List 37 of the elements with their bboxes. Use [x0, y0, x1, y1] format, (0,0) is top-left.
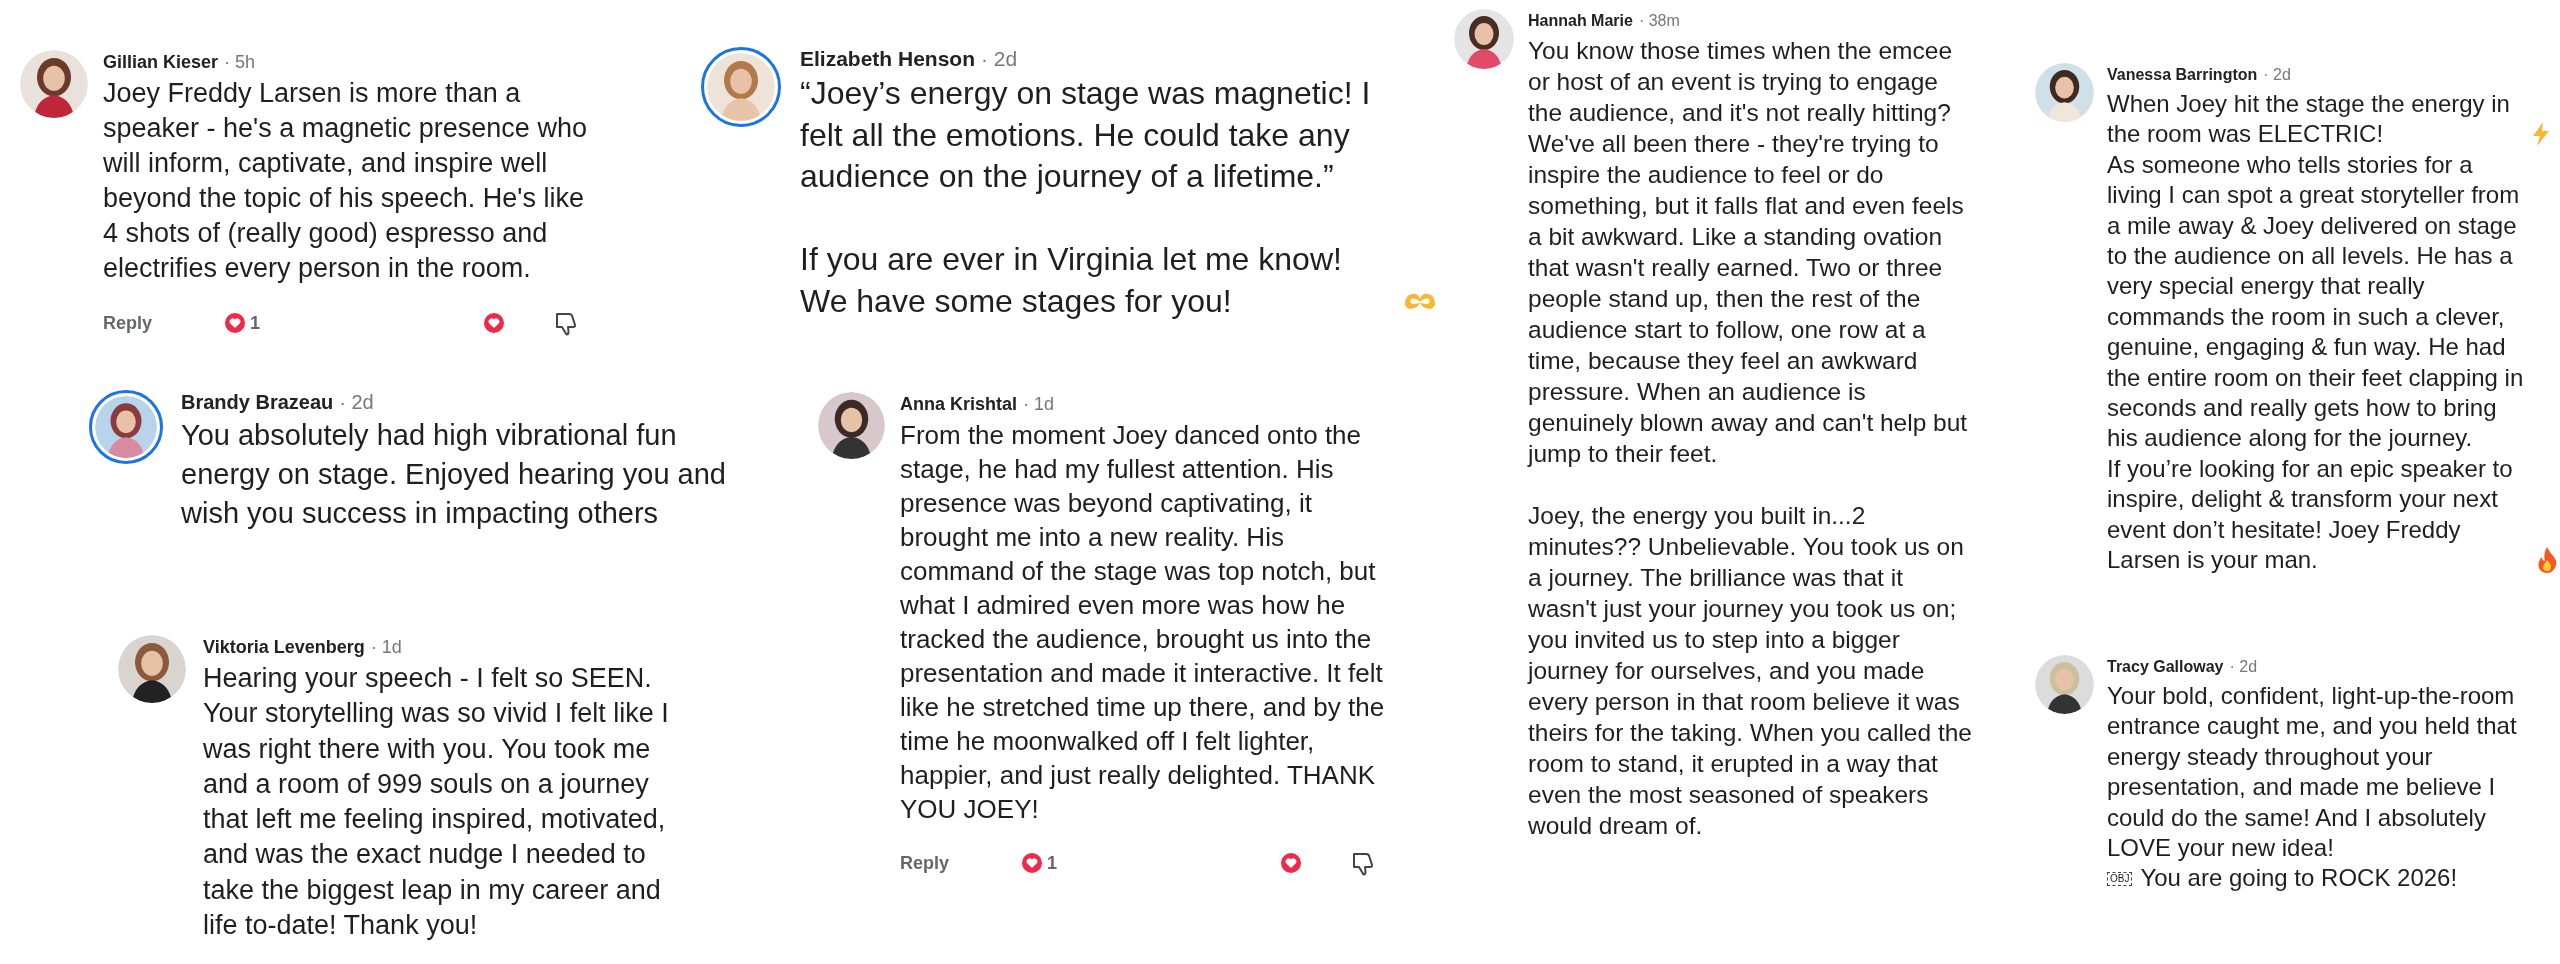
love-reaction-icon[interactable]	[1279, 851, 1303, 875]
like-count: 1	[250, 311, 260, 335]
object-replacement-glyph: OBJ	[2107, 871, 2133, 886]
comment-text: Hearing your speech - I felt so SEEN. Your storytelling was so vivid I felt like I was right there with you. You took me and a room of 999 souls on a journey that left me feeling inspired, motivated, and was the exact nudge I needed to take the biggest leap in my career and life to-date! Thank you!	[203, 662, 670, 943]
comment-time: · 38m	[1638, 11, 1680, 31]
reply-link[interactable]: Reply	[103, 309, 223, 337]
comment-time: · 1d	[370, 636, 402, 659]
author-name[interactable]: Viktoria Levenberg	[203, 635, 365, 659]
comment-text: Your bold, confident, light-up-the-room entrance caught me, and you held that energy steady throughout your presentation, and made me believe I could do the same! And I absolutely LOVE your new idea!	[2107, 681, 2518, 864]
lightning-icon	[2531, 120, 2551, 147]
comment-text: When Joey hit the stage the energy in the room was ELECTRIC!	[2107, 89, 2511, 150]
love-reaction-icon[interactable]	[482, 311, 506, 335]
author-name[interactable]: Elizabeth Henson	[800, 47, 976, 71]
thumbs-down-icon[interactable]	[1351, 850, 1375, 876]
comment-text: From the moment Joey danced onto the stage, he had my fullest attention. His presence was beyond captivating, it brought me into a new reality. His command of the stage was top notch, but what I admired even more was how he tracked the audience, brought us into the presentation and made it interactive. It felt like he stretched time up there, and by the time he moonwalked off I felt lighter, happier, and just really delighted. THANK YOU JOEY!	[900, 419, 1386, 826]
author-name[interactable]: Gillian Kieser	[103, 50, 219, 74]
comment-text: “Joey’s energy on stage was magnetic! I felt all the emotions. He could take any audience on the journey of a lifetime.” If you are ever in Virginia let me know! We have some stages for you!	[800, 74, 1372, 321]
like-count: 1	[1047, 851, 1057, 875]
reply-link[interactable]: Reply	[900, 849, 1020, 877]
comment-time: · 5h	[224, 51, 256, 74]
comment-text: You absolutely had high vibrational fun energy on stage. Enjoyed hearing you and wish you success in impacting others	[181, 418, 726, 531]
fire-icon	[2536, 545, 2558, 574]
comment-time: · 2d	[2263, 65, 2291, 85]
author-name[interactable]: Hannah Marie	[1528, 9, 1633, 33]
author-name[interactable]: Brandy Brazeau	[181, 390, 334, 414]
comment-text: You are going to ROCK 2026!	[2140, 863, 2458, 894]
comment-time: · 1d	[1023, 393, 1055, 416]
author-name[interactable]: Anna Krishtal	[900, 392, 1018, 416]
author-name[interactable]: Vanessa Barrington	[2107, 63, 2258, 87]
thumbs-down-icon[interactable]	[554, 310, 578, 336]
comment-time: · 2d	[981, 47, 1018, 71]
author-name[interactable]: Tracy Galloway	[2107, 655, 2224, 679]
comment-text: You know those times when the emcee or host of an event is trying to engage the audience, and it's not really hitting? We've all been there - they're trying to inspire the audience to feel or do something, but it falls flat and even feels a bit awkward. Like a standing ovation that wasn't really earned. Two or three people stand up, then the rest of the audience start to follow, one row at a time, because they feel an awkward pressure. When an audience is genuinely blown away and can't help but jump to their feet. Joey, the energy you built in...2 minutes?? Unbelievable. You took us on a journey. The brilliance was that it wasn't just your journey you took us on; you invited us to step into a bigger journey for ourselves, and you made every person in that room believe it was theirs for the taking. When you called the room to stand, it erupted in a way that even the most seasoned of speakers would dream of.	[1528, 36, 1973, 841]
comment-time: · 2d	[2229, 657, 2258, 677]
comment-text: As someone who tells stories for a living I can spot a great storyteller from a mile away & Joey delivered on stage to the audience on all levels. He has a very special energy that really commands the room in such a clever, genuine, engaging & fun way. He had the entire room on their feet clapping in seconds and really gets how to bring his audience along for the journey. If you’re looking for an epic speaker to inspire, delight & transform your next event don’t hesitate! Joey Freddy Larsen is your man.	[2107, 149, 2525, 576]
comment-text: Joey Freddy Larsen is more than a speaker - he's a magnetic presence who will inform, captivate, and inspire well beyond the topic of his speech. He's like 4 shots of (really good) espresso and electrifies every person in the room.	[103, 77, 588, 285]
comment-time: · 2d	[339, 390, 374, 414]
